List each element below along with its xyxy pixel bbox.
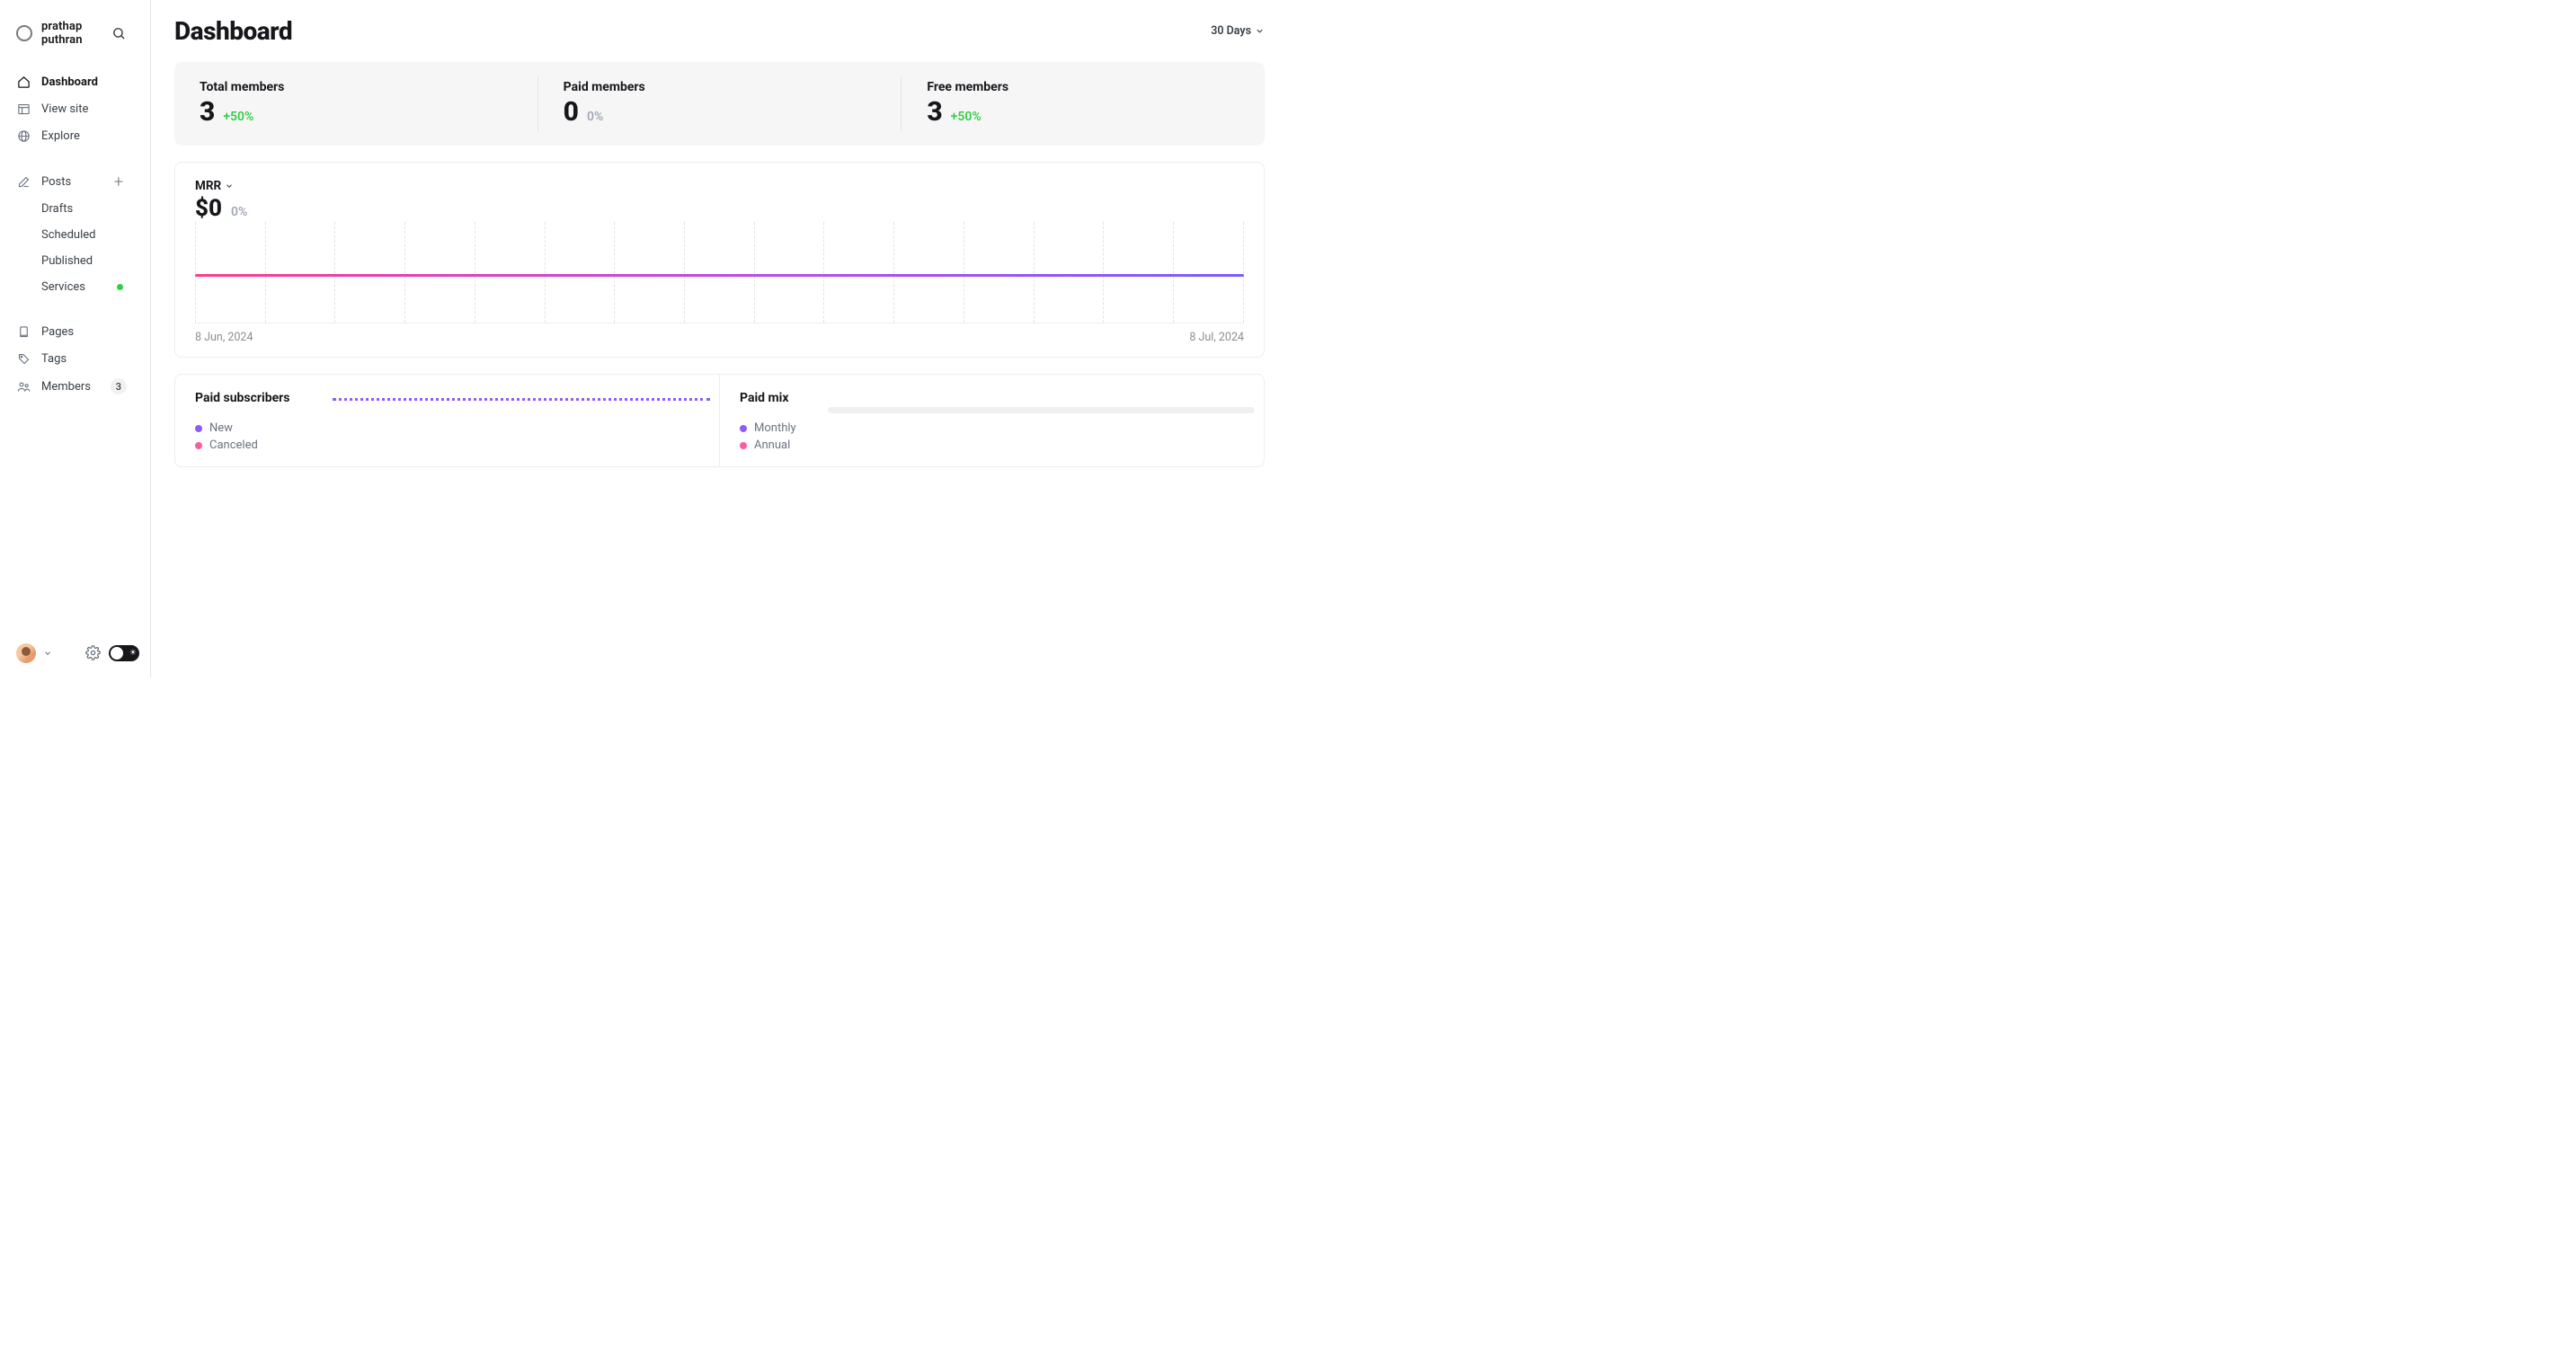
tag-icon bbox=[16, 351, 31, 366]
stat-delta: +50% bbox=[951, 110, 982, 124]
sidebar-item-label: Tags bbox=[41, 352, 67, 366]
paid-subscribers-chart bbox=[333, 398, 710, 401]
paid-mix-card: Paid mix Monthly Annual bbox=[719, 375, 1264, 466]
stat-value: 3 bbox=[200, 96, 214, 128]
stat-delta: +50% bbox=[223, 110, 253, 124]
mrr-line-series bbox=[195, 274, 1244, 277]
sidebar-item-services[interactable]: Services bbox=[41, 274, 150, 300]
main-content: Dashboard 30 Days Total members 3 +50% P… bbox=[151, 0, 1288, 678]
mrr-chart bbox=[195, 222, 1244, 323]
stat-label: Total members bbox=[200, 80, 512, 94]
paid-row: Paid subscribers New Canceled Paid mix M… bbox=[174, 374, 1265, 467]
sidebar-item-label: Published bbox=[41, 254, 93, 268]
theme-toggle[interactable]: ☀ bbox=[109, 645, 139, 661]
site-switcher[interactable]: prathap puthran bbox=[16, 14, 150, 52]
sidebar-item-view-site[interactable]: View site bbox=[16, 95, 150, 122]
paid-mix-bar bbox=[828, 407, 1255, 413]
legend-monthly: Monthly bbox=[740, 421, 1244, 435]
sidebar-item-members[interactable]: Members 3 bbox=[16, 372, 150, 401]
members-count-badge: 3 bbox=[111, 378, 127, 394]
page-title: Dashboard bbox=[174, 16, 292, 46]
mrr-date-axis: 8 Jun, 2024 8 Jul, 2024 bbox=[195, 331, 1244, 344]
mrr-value: $0 bbox=[195, 195, 222, 222]
legend-dot-icon bbox=[195, 442, 202, 449]
sidebar-item-pages[interactable]: Pages bbox=[16, 318, 150, 345]
home-icon bbox=[16, 75, 31, 89]
mrr-delta: 0% bbox=[231, 205, 247, 219]
sidebar-item-label: Services bbox=[41, 280, 85, 294]
new-post-button[interactable]: + bbox=[111, 173, 127, 190]
search-icon[interactable] bbox=[111, 25, 127, 41]
stat-label: Free members bbox=[927, 80, 1239, 94]
mrr-metric-picker[interactable]: MRR bbox=[195, 179, 1244, 193]
sidebar-item-dashboard[interactable]: Dashboard bbox=[16, 68, 150, 95]
pages-icon bbox=[16, 324, 31, 339]
date-range-label: 30 Days bbox=[1211, 24, 1251, 38]
chevron-down-icon bbox=[225, 182, 234, 190]
sidebar-item-label: Scheduled bbox=[41, 228, 95, 242]
stat-free-members[interactable]: Free members 3 +50% bbox=[902, 76, 1265, 131]
member-stats-row: Total members 3 +50% Paid members 0 0% F… bbox=[174, 62, 1265, 146]
paid-mix-legend: Monthly Annual bbox=[740, 421, 1244, 452]
card-title: Paid mix bbox=[740, 391, 1244, 405]
legend-dot-icon bbox=[740, 442, 747, 449]
sidebar-footer: ☀ bbox=[16, 643, 150, 663]
sidebar-item-label: Drafts bbox=[41, 202, 73, 216]
legend-dot-icon bbox=[740, 425, 747, 432]
user-menu-chevron-icon[interactable] bbox=[43, 649, 52, 658]
date-range-picker[interactable]: 30 Days bbox=[1211, 24, 1265, 38]
sidebar-item-drafts[interactable]: Drafts bbox=[41, 196, 150, 222]
stat-value: 3 bbox=[927, 96, 941, 128]
sidebar-item-posts[interactable]: Posts + bbox=[16, 167, 150, 196]
stat-delta: 0% bbox=[587, 110, 603, 124]
globe-icon bbox=[16, 128, 31, 143]
sidebar-item-label: Explore bbox=[41, 129, 80, 143]
settings-button[interactable] bbox=[85, 645, 102, 661]
stat-total-members[interactable]: Total members 3 +50% bbox=[174, 76, 538, 131]
paid-subscribers-card: Paid subscribers New Canceled bbox=[175, 375, 719, 466]
chart-gridlines bbox=[195, 222, 1244, 323]
legend-annual: Annual bbox=[740, 438, 1244, 452]
mrr-date-end: 8 Jul, 2024 bbox=[1189, 331, 1244, 344]
sidebar-item-scheduled[interactable]: Scheduled bbox=[41, 222, 150, 248]
edit-icon bbox=[16, 174, 31, 189]
sun-icon: ☀ bbox=[129, 649, 137, 658]
sidebar-item-label: Members bbox=[41, 380, 91, 394]
sidebar-item-published[interactable]: Published bbox=[41, 248, 150, 274]
window-icon bbox=[16, 102, 31, 116]
site-name: prathap puthran bbox=[41, 20, 102, 47]
stat-paid-members[interactable]: Paid members 0 0% bbox=[538, 76, 902, 131]
sidebar: prathap puthran Dashboard View site Expl… bbox=[0, 0, 151, 678]
status-dot-icon bbox=[117, 284, 123, 290]
sidebar-item-label: Dashboard bbox=[41, 75, 98, 89]
sidebar-item-tags[interactable]: Tags bbox=[16, 345, 150, 372]
mrr-date-start: 8 Jun, 2024 bbox=[195, 331, 253, 344]
primary-nav: Dashboard View site Explore Posts + Draf… bbox=[16, 68, 150, 401]
sidebar-item-label: Pages bbox=[41, 325, 74, 339]
mrr-card: MRR $0 0% 8 Jun, 2024 8 Jul, 2024 bbox=[174, 162, 1265, 358]
chevron-down-icon bbox=[1255, 26, 1265, 36]
stat-value: 0 bbox=[564, 96, 578, 128]
legend-canceled: Canceled bbox=[195, 438, 699, 452]
sidebar-item-label: Posts bbox=[41, 175, 71, 189]
page-header: Dashboard 30 Days bbox=[174, 16, 1265, 53]
avatar[interactable] bbox=[16, 643, 36, 663]
paid-subscribers-legend: New Canceled bbox=[195, 421, 699, 452]
mrr-label: MRR bbox=[195, 179, 221, 193]
stat-label: Paid members bbox=[564, 80, 876, 94]
site-logo-icon bbox=[16, 25, 32, 41]
sidebar-item-explore[interactable]: Explore bbox=[16, 122, 150, 149]
legend-new: New bbox=[195, 421, 699, 435]
toggle-knob-icon bbox=[111, 647, 123, 660]
members-icon bbox=[16, 379, 31, 394]
legend-dot-icon bbox=[195, 425, 202, 432]
sidebar-item-label: View site bbox=[41, 102, 88, 116]
